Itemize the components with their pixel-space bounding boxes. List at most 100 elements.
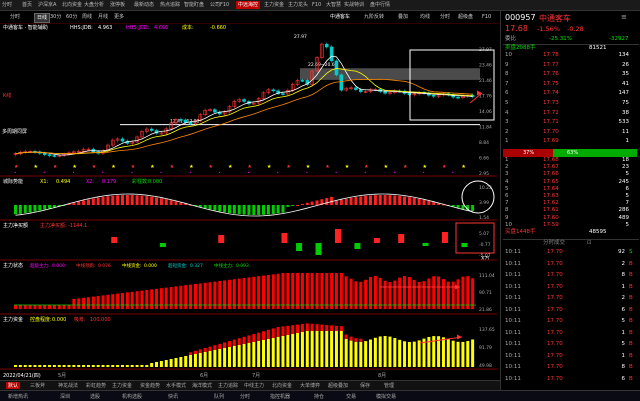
panel4-value: 0.093 (236, 263, 249, 269)
panel4-bar (398, 277, 402, 309)
level-label: 10 (505, 221, 512, 228)
tab-5[interactable]: 涨停板 (110, 1, 125, 9)
status-item-5[interactable]: 队列 (214, 393, 224, 400)
candle (149, 127, 154, 133)
panel5-bar (52, 365, 56, 367)
candle (145, 127, 149, 134)
main-indicator-label: 成本: (182, 24, 194, 31)
wei-cha-value: -32927 (609, 36, 629, 42)
template-tab-7[interactable]: 海洋模式 (192, 382, 212, 389)
tab-6[interactable]: 最新动态 (134, 1, 154, 9)
panel5-bar (218, 349, 222, 367)
tab-13[interactable]: F10 (312, 1, 321, 9)
panel2-bar (116, 195, 120, 205)
panel5-cap (276, 327, 280, 337)
template-tab-14[interactable]: 管理 (384, 382, 394, 389)
panel2-bar (213, 205, 217, 211)
level-price: 17.77 (543, 61, 559, 68)
ticks-title[interactable]: 分时成交 (543, 240, 565, 247)
tab-9[interactable]: 公司F10 (210, 1, 229, 9)
status-item-2[interactable]: 选股 (90, 393, 100, 400)
template-tab-13[interactable]: 保存 (360, 382, 370, 389)
panel4-bar (266, 275, 270, 309)
candle (339, 73, 344, 92)
template-tab-11[interactable]: 大单博弈 (300, 382, 320, 389)
status-item-8[interactable]: 持仓 (314, 393, 324, 400)
signal-star: ★ (325, 164, 330, 170)
tab-10[interactable]: 中远海控 (236, 1, 261, 9)
panel4-bar (461, 276, 465, 309)
status-item-0[interactable]: 新增热讯 (8, 393, 28, 400)
panel2-label: 彩柱数: (132, 178, 149, 185)
tab-4[interactable]: 大盘分析 (84, 1, 104, 9)
tab-11[interactable]: 主力资金 (264, 1, 284, 9)
tab-2[interactable]: 沪深京A (38, 1, 56, 9)
template-tab-3[interactable]: 彩虹趋势 (86, 382, 106, 389)
status-item-3[interactable]: 机构选股 (122, 393, 142, 400)
overlay-button[interactable]: 叠加 (398, 13, 408, 21)
toolbar-btn-0[interactable]: 均线 (420, 13, 430, 21)
panel2-bar (359, 196, 363, 205)
tab-16[interactable]: 盘中行情 (370, 1, 390, 9)
panel4-bar (471, 278, 475, 309)
tab-14[interactable]: 大智慧 (326, 1, 341, 9)
toolbar-btn-2[interactable]: 超级盘 (458, 13, 473, 21)
toolbar-btn-3[interactable]: F10 (482, 13, 491, 21)
template-tab-9[interactable]: 中线主力 (244, 382, 264, 389)
toolbar-btn-1[interactable]: 分时 (440, 13, 450, 21)
panel3-bar (461, 243, 468, 247)
panel4-bar (427, 278, 431, 309)
tick-price: 17.70 (547, 364, 563, 370)
tab-3[interactable]: 北向资金 (62, 1, 82, 9)
tab-0[interactable]: 分时 (2, 1, 12, 9)
panel2-bar (296, 204, 300, 206)
tab-15[interactable]: 实战特训 (344, 1, 364, 9)
top-tab-bar: 分时 首页 沪深京A 北向资金 大盘分析 涨停板 最新动态 热点追踪 智能盯盘 公司F10 中远海控… (0, 0, 640, 11)
template-tab-12[interactable]: 超级叠加 (328, 382, 348, 389)
tab-8[interactable]: 智能盯盘 (184, 1, 204, 9)
period-2[interactable]: 30分 (50, 13, 61, 21)
status-item-9[interactable]: 交易 (346, 393, 356, 400)
template-tab-2[interactable]: 神龙战法 (58, 382, 78, 389)
tab-7[interactable]: 热点追踪 (160, 1, 180, 9)
period-0[interactable]: 分时 (10, 13, 20, 21)
ask-row: 9 17.77 26 (503, 62, 639, 69)
indicator-button[interactable]: 九阶反转 (364, 13, 384, 21)
template-tab-5[interactable]: 资金趋势 (140, 382, 160, 389)
period-4[interactable]: 周线 (82, 13, 92, 21)
template-tab-0[interactable]: 默认 (6, 382, 21, 389)
panel2-bar (315, 200, 319, 205)
panel4-bar (184, 285, 188, 309)
panel4-bar (330, 273, 334, 309)
tick-price: 17.70 (547, 341, 563, 347)
period-6[interactable]: 更多 (114, 13, 124, 21)
panel5-bar (407, 341, 411, 367)
template-tab-4[interactable]: 主力资金 (112, 382, 132, 389)
status-item-7[interactable]: 指控机器 (270, 393, 290, 400)
menu-icon[interactable]: ≡ (621, 13, 627, 21)
period-1[interactable]: 日线 (34, 13, 51, 23)
status-item-10[interactable]: 模拟交易 (376, 393, 396, 400)
template-tab-1[interactable]: 三板斧 (30, 382, 45, 389)
tick-volume: 5 (621, 341, 626, 347)
period-3[interactable]: 60分 (66, 13, 77, 21)
template-tab-8[interactable]: 主力追踪 (218, 382, 238, 389)
status-item-1[interactable]: 深圳 (60, 393, 70, 400)
template-tab-10[interactable]: 北向资金 (272, 382, 292, 389)
tab-12[interactable]: 主力龙头 (288, 1, 308, 9)
tick-flag: B (629, 272, 633, 278)
panel5-bar (466, 341, 470, 367)
level-price: 17.71 (543, 119, 559, 126)
trend-arrow-5 (419, 336, 463, 344)
chart-area[interactable]: 中通客车 · 智能辅助 HHS:JDB: 4.963 HHS:JDD: 4.666 成本:… (0, 23, 500, 380)
panel2-bar (174, 201, 178, 205)
template-tab-6[interactable]: 水手模式 (166, 382, 186, 389)
status-item-4[interactable]: 快讯 (168, 393, 178, 400)
change-pct: -1.56% (537, 25, 560, 33)
status-item-6[interactable]: 分时 (240, 393, 250, 400)
ticks-options-icon[interactable]: ⊡ (587, 240, 592, 247)
period-5[interactable]: 月线 (98, 13, 108, 21)
panel2-bar (242, 205, 246, 215)
tab-1[interactable]: 首页 (22, 1, 32, 9)
tick-time: 10:11 (505, 306, 521, 313)
